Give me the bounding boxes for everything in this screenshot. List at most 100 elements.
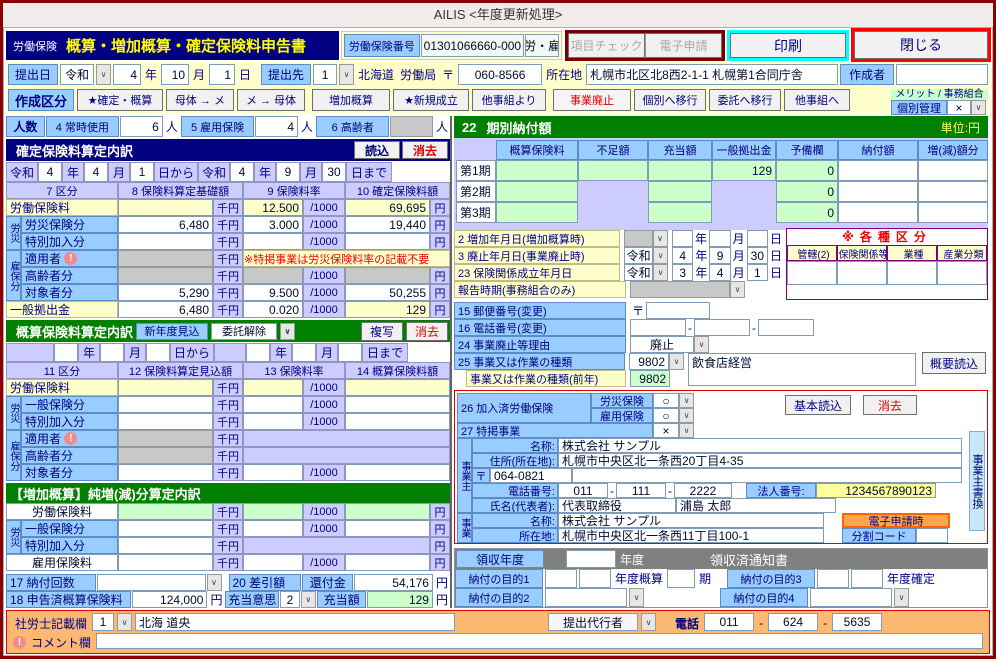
dropdown-arrow-icon[interactable]: ∨ [96, 64, 111, 85]
owner-rep-name[interactable]: 浦島 太郎 [676, 498, 836, 513]
tel1-field[interactable] [630, 319, 686, 336]
itaku-kaijo-select[interactable]: 委託解除 [211, 323, 277, 340]
period-month-field[interactable]: 4 [84, 162, 108, 182]
base-field[interactable] [118, 537, 213, 554]
haishi-reason-select[interactable]: 廃止 [630, 336, 694, 353]
dropdown-arrow-icon[interactable]: ∨ [679, 408, 694, 423]
kobetsu-kanri-value[interactable]: × [947, 100, 971, 115]
clear-button[interactable]: 消去 [406, 322, 448, 341]
kanpu-field[interactable]: 54,176 [354, 574, 433, 591]
rate-field[interactable] [243, 413, 303, 430]
business-type-prev-code[interactable]: 9802 [630, 370, 670, 387]
e-apply-time-button[interactable]: 電子申請時 [842, 513, 950, 528]
btn-kakutei-gaisan[interactable]: ★確定・概算 [77, 89, 163, 111]
year-field[interactable] [672, 230, 693, 247]
payment-count-select[interactable] [97, 574, 205, 591]
tel3-field[interactable]: 5635 [832, 613, 882, 631]
gaiyo-read-button[interactable]: 概要読込 [922, 352, 986, 374]
comment-field[interactable] [96, 633, 983, 649]
submit-day-field[interactable]: 1 [209, 64, 235, 85]
read-button[interactable]: 読込 [354, 141, 400, 159]
biz-addr-field[interactable]: 札幌市中央区北一条西11丁目100-1 [558, 528, 824, 543]
amount-field[interactable] [345, 503, 430, 520]
amount-field[interactable] [345, 379, 450, 396]
btn-zoka-gaisan[interactable]: 増加概算 [312, 89, 390, 111]
owner-name-field[interactable]: 株式会社 サンプル [558, 438, 962, 453]
rate-field[interactable]: 3.000 [243, 216, 303, 233]
base-field[interactable] [118, 396, 213, 413]
hoken-kankei-field[interactable] [837, 261, 887, 285]
rate-field[interactable] [243, 379, 303, 396]
base-field[interactable]: 5,290 [118, 284, 213, 301]
hojin-field[interactable]: 1234567890123 [816, 483, 936, 498]
tel2-field[interactable] [694, 319, 750, 336]
juto-gaku-field[interactable]: 129 [367, 591, 433, 608]
rosai-value[interactable]: ○ [653, 393, 679, 408]
month-field[interactable] [709, 230, 730, 247]
base-field[interactable] [118, 554, 213, 571]
dropdown-arrow-icon[interactable]: ∨ [629, 588, 644, 607]
period-year-field[interactable] [246, 343, 270, 362]
submit-year-field[interactable]: 4 [113, 64, 141, 85]
dropdown-arrow-icon[interactable]: ∨ [679, 393, 694, 408]
amount-field[interactable] [345, 396, 450, 413]
rate-field[interactable] [243, 520, 303, 537]
close-button[interactable]: 閉じる [854, 31, 988, 59]
tel1-field[interactable]: 011 [704, 613, 754, 631]
btn-jigyo-haishi[interactable]: 事業廃止 [553, 89, 631, 111]
yobi-cell[interactable]: 0 [776, 181, 838, 202]
base-field[interactable] [118, 233, 213, 250]
year-field[interactable]: 4 [672, 247, 693, 264]
dropdown-arrow-icon[interactable]: ∨ [339, 64, 354, 85]
btn-botai-me[interactable]: 母体 → メ [166, 89, 234, 111]
base-field[interactable] [118, 503, 213, 520]
owner-tel1[interactable]: 011 [558, 483, 608, 498]
era-field[interactable]: 令和 [624, 264, 653, 281]
nofu-cell[interactable] [838, 181, 918, 202]
amount-field[interactable]: 129 [345, 301, 430, 318]
dropdown-arrow-icon[interactable]: ∨ [641, 613, 656, 631]
zogen-cell[interactable] [918, 202, 988, 223]
rate-field[interactable]: 0.020 [243, 301, 303, 318]
btn-shinki[interactable]: ★新規成立 [393, 89, 469, 111]
rate-field[interactable] [243, 503, 303, 520]
biz-name-field[interactable]: 株式会社 サンプル [558, 513, 824, 528]
owner-tel2[interactable]: 111 [616, 483, 666, 498]
rate-field[interactable] [243, 554, 303, 571]
dropdown-arrow-icon[interactable]: ∨ [971, 100, 986, 115]
dropdown-arrow-icon[interactable]: ∨ [301, 591, 316, 608]
base-field[interactable] [118, 520, 213, 537]
rate-field[interactable]: 12.500 [243, 199, 303, 216]
juto-cell[interactable] [648, 181, 712, 202]
dropdown-arrow-icon[interactable]: ∨ [280, 323, 295, 340]
business-type-name-box[interactable]: 飲食店経営 [688, 353, 916, 386]
period-year-field[interactable] [54, 343, 78, 362]
amount-field[interactable] [345, 464, 450, 481]
period-day-field[interactable]: 1 [130, 162, 154, 182]
print-button[interactable]: 印刷 [730, 33, 846, 58]
owner-rewrite-button[interactable]: 事業主書換 [969, 431, 985, 531]
kankatsu-field[interactable] [787, 261, 837, 285]
base-field[interactable]: 6,480 [118, 216, 213, 233]
nofu-cell[interactable] [838, 202, 918, 223]
copy-button[interactable]: 複写 [361, 322, 403, 341]
purpose1-field-b[interactable] [579, 569, 611, 588]
purpose1-field-a[interactable] [545, 569, 577, 588]
month-field[interactable]: 4 [709, 264, 730, 281]
amount-field[interactable]: 50,255 [345, 284, 430, 301]
period-day-field[interactable] [338, 343, 362, 362]
rate-field[interactable] [243, 464, 303, 481]
e-apply-button[interactable]: 電子申請 [645, 33, 722, 58]
amount-field[interactable] [345, 554, 430, 571]
period-day-field[interactable] [146, 343, 170, 362]
amount-field[interactable]: 69,695 [345, 199, 430, 216]
yobi-cell[interactable]: 0 [776, 202, 838, 223]
ippan-cell[interactable]: 129 [712, 160, 776, 181]
rate-field[interactable] [243, 396, 303, 413]
bunkatsu-field[interactable] [916, 528, 948, 543]
month-field[interactable]: 9 [709, 247, 730, 264]
day-field[interactable] [747, 230, 768, 247]
period-year-field[interactable]: 4 [230, 162, 254, 182]
period-day-field[interactable]: 30 [322, 162, 346, 182]
dropdown-arrow-icon[interactable]: ∨ [679, 423, 694, 438]
